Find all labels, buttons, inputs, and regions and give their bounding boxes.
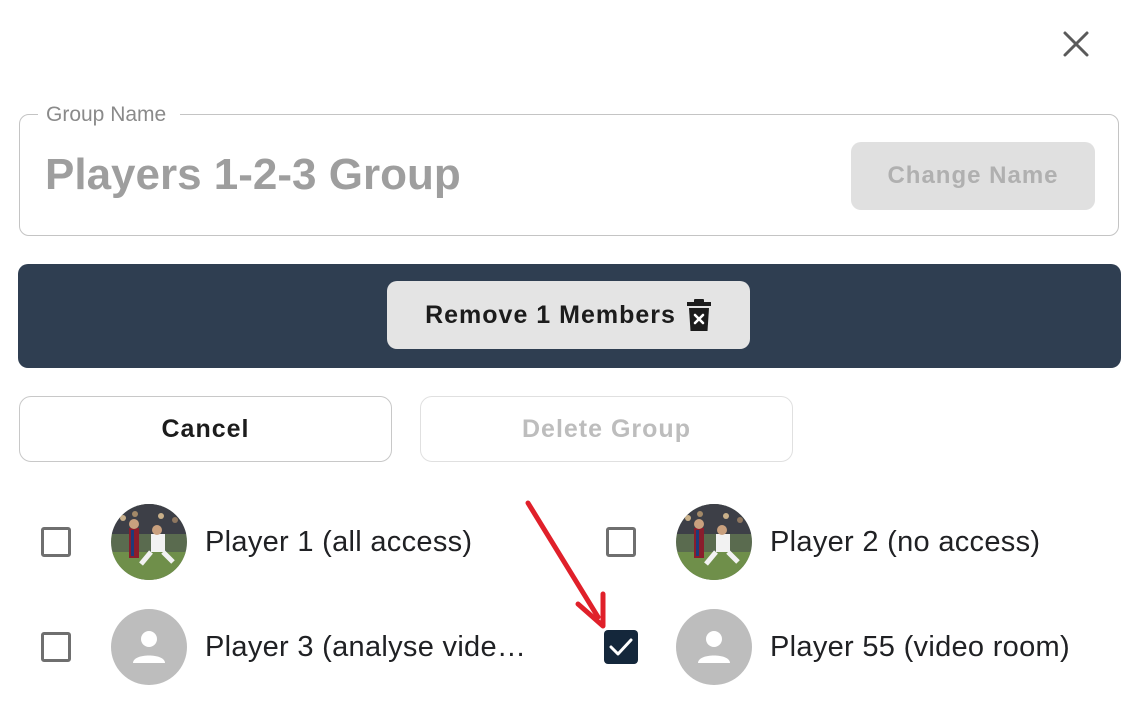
person-placeholder-icon: [698, 631, 730, 663]
close-button[interactable]: [1054, 22, 1098, 66]
member-item[interactable]: Player 55 (video room): [604, 609, 1070, 685]
member-checkbox[interactable]: [606, 527, 636, 557]
member-name: Player 3 (analyse vide…: [205, 630, 527, 663]
remove-members-label: Remove 1 Members: [425, 300, 676, 329]
member-name: Player 2 (no access): [770, 525, 1041, 558]
member-checkbox[interactable]: [41, 632, 71, 662]
group-name-value[interactable]: Players 1-2-3 Group: [45, 149, 461, 201]
avatar: [676, 504, 752, 580]
remove-members-button[interactable]: Remove 1 Members: [387, 281, 750, 349]
trash-icon: [686, 299, 711, 331]
member-item[interactable]: Player 2 (no access): [606, 504, 1040, 580]
group-name-field: Group Name Players 1-2-3 Group Change Na…: [19, 102, 1119, 236]
check-icon: [609, 638, 633, 656]
member-checkbox-checked[interactable]: [604, 630, 638, 664]
close-icon: [1063, 31, 1089, 57]
member-name: Player 55 (video room): [770, 630, 1070, 663]
avatar: [111, 504, 187, 580]
member-checkbox[interactable]: [41, 527, 71, 557]
change-name-button[interactable]: Change Name: [851, 142, 1095, 210]
avatar: [676, 609, 752, 685]
member-item[interactable]: Player 1 (all access): [41, 504, 472, 580]
avatar: [111, 609, 187, 685]
group-name-legend: Group Name: [38, 102, 181, 128]
person-placeholder-icon: [133, 631, 165, 663]
delete-group-button[interactable]: Delete Group: [420, 396, 793, 462]
cancel-button[interactable]: Cancel: [19, 396, 392, 462]
member-item[interactable]: Player 3 (analyse vide…: [41, 609, 526, 685]
selection-action-bar: Remove 1 Members: [18, 264, 1121, 368]
member-name: Player 1 (all access): [205, 525, 473, 558]
